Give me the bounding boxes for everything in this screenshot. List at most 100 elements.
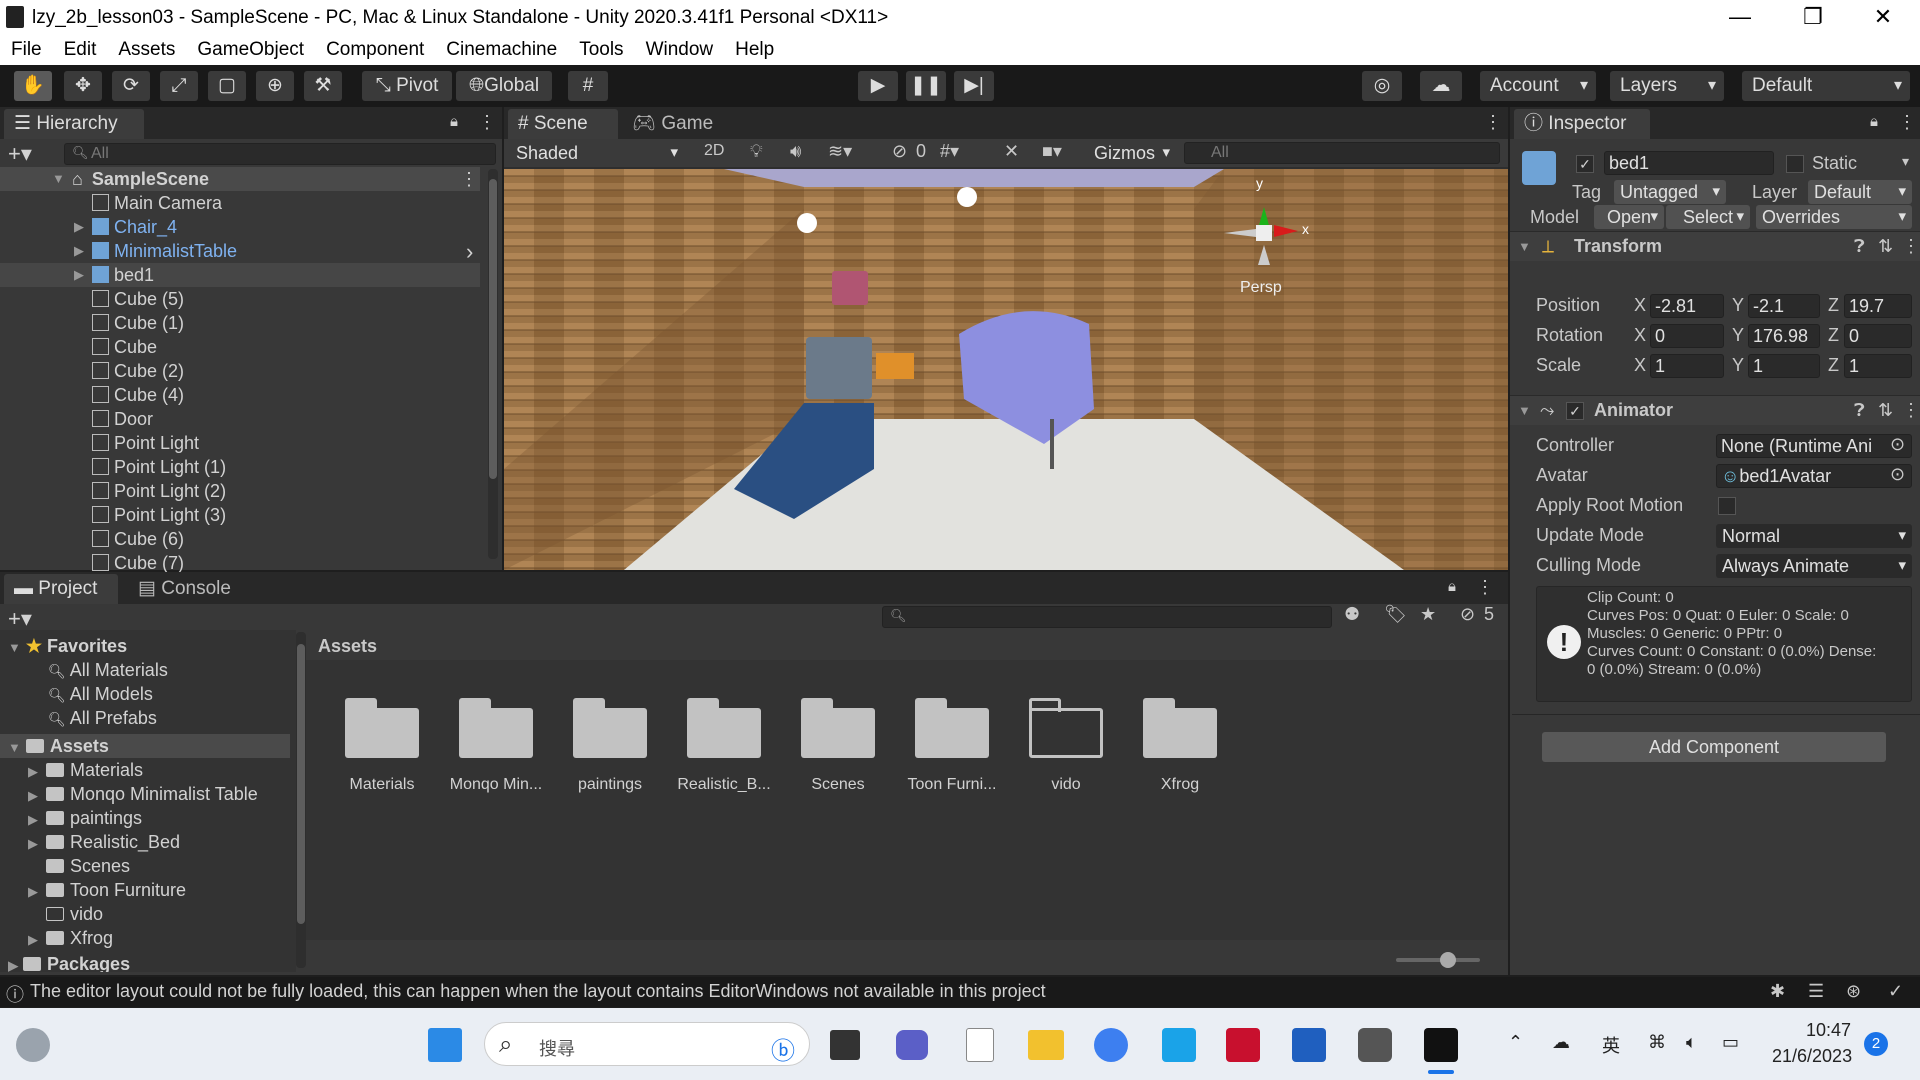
expand-arrow-icon[interactable]: ▶ <box>28 760 46 784</box>
grid-snap-icon[interactable]: # <box>568 71 608 101</box>
store-icon[interactable] <box>1292 1028 1326 1062</box>
clock-time[interactable]: 10:47 <box>1806 1020 1851 1041</box>
unity-hub-icon[interactable] <box>1358 1028 1392 1062</box>
asset-folder-label[interactable]: Xfrog <box>1125 776 1235 794</box>
hierarchy-item[interactable]: Cube (2) <box>0 359 480 383</box>
object-picker-icon[interactable]: ⊙ <box>1890 434 1905 455</box>
file-explorer-icon[interactable] <box>1028 1030 1064 1060</box>
select-button[interactable]: Select <box>1666 205 1750 229</box>
shading-dropdown[interactable]: Shaded <box>510 141 684 165</box>
add-icon[interactable]: +▾ <box>8 141 32 167</box>
breadcrumb[interactable]: Assets <box>318 636 377 657</box>
rotation-x-input[interactable]: 0 <box>1650 324 1724 348</box>
expand-arrow-icon[interactable]: ▶ <box>28 808 46 832</box>
volume-icon[interactable]: 🔈︎ <box>1686 1032 1697 1053</box>
lighting-icon[interactable]: 💡︎ <box>750 141 763 162</box>
scale-y-input[interactable]: 1 <box>1748 354 1820 378</box>
fav-all-models[interactable]: 🔍︎ All Models <box>48 682 153 706</box>
assets-root-row[interactable]: ▼ Assets <box>0 734 290 758</box>
asset-folder-icon[interactable] <box>573 698 647 758</box>
hierarchy-item[interactable]: ▶ bed1 <box>0 263 480 287</box>
scene-viewport[interactable]: y x Persp <box>504 169 1508 570</box>
asset-folder-icon[interactable] <box>915 698 989 758</box>
culling-mode-dropdown[interactable]: Always Animate <box>1716 554 1912 578</box>
scene-more-icon[interactable]: ⋮ <box>460 169 478 190</box>
zoom-slider[interactable] <box>1396 952 1480 968</box>
expand-arrow-icon[interactable]: ▶ <box>28 832 46 856</box>
favorites-row[interactable]: ▼ ★ Favorites <box>8 634 127 658</box>
cloud-icon[interactable]: ☁ <box>1420 71 1462 101</box>
asset-folder-icon[interactable] <box>687 698 761 758</box>
position-z-input[interactable]: 19.7 <box>1844 294 1912 318</box>
onedrive-icon[interactable]: ☁ <box>1552 1032 1570 1053</box>
check-icon[interactable]: ✓ <box>1888 981 1903 1002</box>
more-menu-icon[interactable]: ⋮ <box>1898 112 1916 133</box>
hierarchy-search-input[interactable]: All <box>64 143 496 165</box>
app-l-icon[interactable] <box>1162 1028 1196 1062</box>
scale-z-input[interactable]: 1 <box>1844 354 1912 378</box>
controller-field[interactable]: None (Runtime Ani <box>1716 434 1912 458</box>
tray-expand-icon[interactable]: ⌃ <box>1508 1032 1523 1053</box>
minimize-button[interactable]: — <box>1705 0 1775 35</box>
scrollbar[interactable] <box>488 169 498 559</box>
menu-window[interactable]: Window <box>635 39 725 61</box>
label-filter-icon[interactable]: 🏷︎ <box>1384 604 1407 625</box>
camera-icon[interactable]: ■▾ <box>1042 141 1062 162</box>
hierarchy-item[interactable]: ▶ MinimalistTable <box>0 239 480 263</box>
tab-project[interactable]: ▬ Project <box>4 574 118 604</box>
asset-folder-icon[interactable] <box>345 698 419 758</box>
hierarchy-item[interactable]: ▶ Chair_4 <box>0 215 480 239</box>
maximize-button[interactable]: ❐ <box>1778 0 1848 35</box>
start-windows-icon[interactable] <box>428 1028 462 1062</box>
weather-icon[interactable] <box>16 1028 50 1062</box>
position-x-input[interactable]: -2.81 <box>1650 294 1724 318</box>
hierarchy-item[interactable]: Cube (1) <box>0 311 480 335</box>
component-menu-icon[interactable]: ⋮ <box>1902 236 1920 257</box>
audio-icon[interactable]: 🔊︎ <box>790 141 801 162</box>
lock-icon[interactable]: 🔒︎ <box>1870 113 1878 130</box>
account-dropdown[interactable]: Account <box>1480 71 1596 101</box>
expand-arrow-icon[interactable]: ▶ <box>28 880 46 904</box>
status-message[interactable]: The editor layout could not be fully loa… <box>30 981 1046 1002</box>
asset-folder-label[interactable]: Realistic_B... <box>669 776 779 794</box>
taskbar-search-input[interactable]: ⌕ 搜尋 ⓑ <box>484 1022 810 1066</box>
hand-tool-icon[interactable]: ✋ <box>14 71 52 101</box>
tab-inspector[interactable]: ⓘ Inspector <box>1514 109 1650 139</box>
global-toggle[interactable]: 🌐︎Global <box>456 71 552 101</box>
menu-edit[interactable]: Edit <box>53 39 108 61</box>
debug-icon[interactable]: ✱ <box>1770 981 1785 1002</box>
autogen-icon[interactable]: ⊛ <box>1846 981 1861 1002</box>
ime-mode-icon[interactable]: ⌘ <box>1648 1032 1666 1053</box>
tab-game[interactable]: 🎮︎ Game <box>622 109 722 139</box>
asset-folder-icon[interactable] <box>1143 698 1217 758</box>
rotate-tool-icon[interactable]: ⟳ <box>112 71 150 101</box>
close-button[interactable]: ✕ <box>1848 0 1918 35</box>
lock-icon[interactable]: 🔒︎ <box>1448 578 1456 595</box>
hierarchy-item[interactable]: Point Light (1) <box>0 455 480 479</box>
layers-dropdown[interactable]: Layers <box>1610 71 1724 101</box>
assets-tree-item[interactable]: ▶ Realistic_Bed <box>28 830 180 854</box>
more-menu-icon[interactable]: ⋮ <box>1484 112 1502 133</box>
app-a-icon[interactable] <box>1094 1028 1128 1062</box>
tab-scene[interactable]: # Scene <box>508 109 618 139</box>
preset-icon[interactable]: ⇅ <box>1878 236 1893 257</box>
component-menu-icon[interactable]: ⋮ <box>1902 400 1920 421</box>
asset-folder-label[interactable]: Scenes <box>783 776 893 794</box>
bing-icon[interactable]: ⓑ <box>771 1031 795 1066</box>
expand-arrow-icon[interactable]: ▶ <box>28 784 46 808</box>
hierarchy-item[interactable]: Main Camera <box>0 191 480 215</box>
filter-type-icon[interactable]: ⚉ <box>1344 604 1360 625</box>
update-mode-dropdown[interactable]: Normal <box>1716 524 1912 548</box>
position-y-input[interactable]: -2.1 <box>1748 294 1820 318</box>
expand-arrow-icon[interactable]: ▶ <box>74 263 84 287</box>
hierarchy-item[interactable]: Cube (6) <box>0 527 480 551</box>
assets-tree-item[interactable]: Scenes <box>28 854 130 878</box>
chevron-right-icon[interactable]: › <box>466 239 473 265</box>
expand-arrow-icon[interactable]: ▼ <box>8 740 21 755</box>
create-icon[interactable]: +▾ <box>8 606 32 632</box>
tab-console[interactable]: ▤ Console <box>128 574 248 604</box>
avatar-field[interactable]: ☺bed1Avatar <box>1716 464 1912 488</box>
tab-hierarchy[interactable]: ☰ Hierarchy <box>4 109 144 139</box>
layer-dropdown[interactable]: Default <box>1808 180 1912 204</box>
menu-gameobject[interactable]: GameObject <box>186 39 315 61</box>
